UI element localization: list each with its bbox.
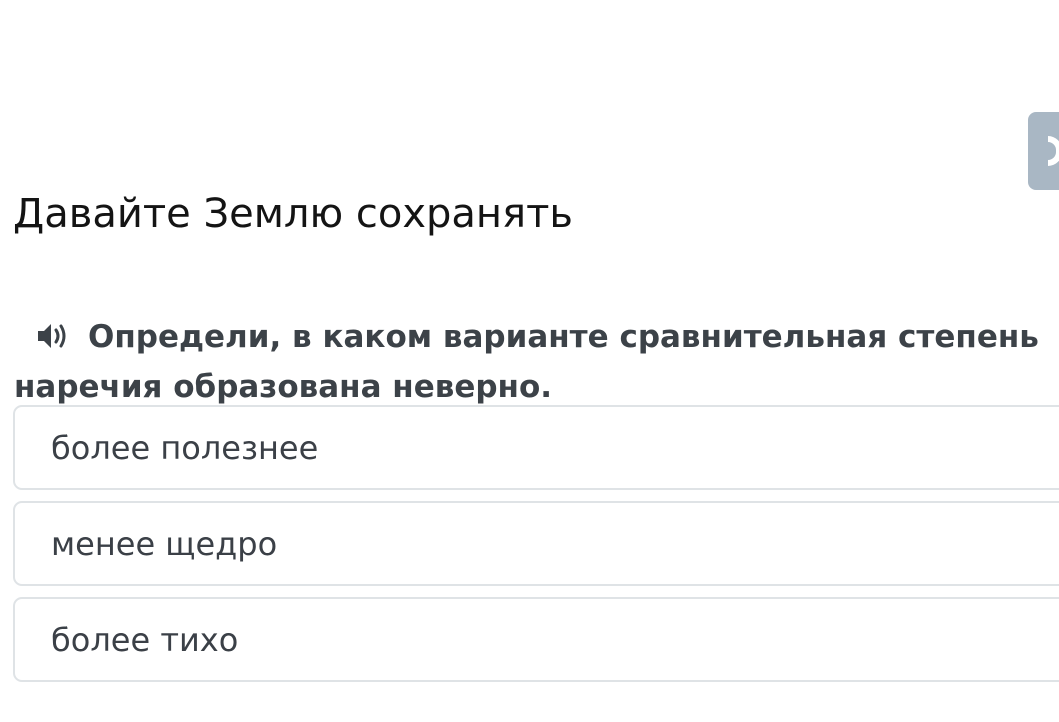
side-tab-button[interactable] [1028, 112, 1059, 190]
answer-option-label: более тихо [51, 620, 239, 659]
answer-option-3[interactable]: более тихо [13, 597, 1059, 682]
question-line-1: Определи, в каком варианте сравнительная… [88, 319, 1039, 355]
lesson-title: Давайте Землю сохранять [13, 191, 573, 237]
quiz-page: Давайте Землю сохранять Определи, в како… [0, 0, 1059, 722]
answer-option-1[interactable]: более полезнее [13, 405, 1059, 490]
speaker-icon[interactable] [36, 318, 70, 364]
exit-icon [1048, 136, 1059, 166]
question-text: Определи, в каком варианте сравнительная… [14, 314, 1059, 410]
question-line-1-row: Определи, в каком варианте сравнительная… [14, 314, 1059, 364]
answer-option-2[interactable]: менее щедро [13, 501, 1059, 586]
answer-option-label: менее щедро [51, 524, 278, 563]
answer-options: более полезнее менее щедро более тихо [13, 405, 1059, 693]
answer-option-label: более полезнее [51, 428, 319, 467]
question-line-2: наречия образована неверно. [14, 369, 553, 405]
